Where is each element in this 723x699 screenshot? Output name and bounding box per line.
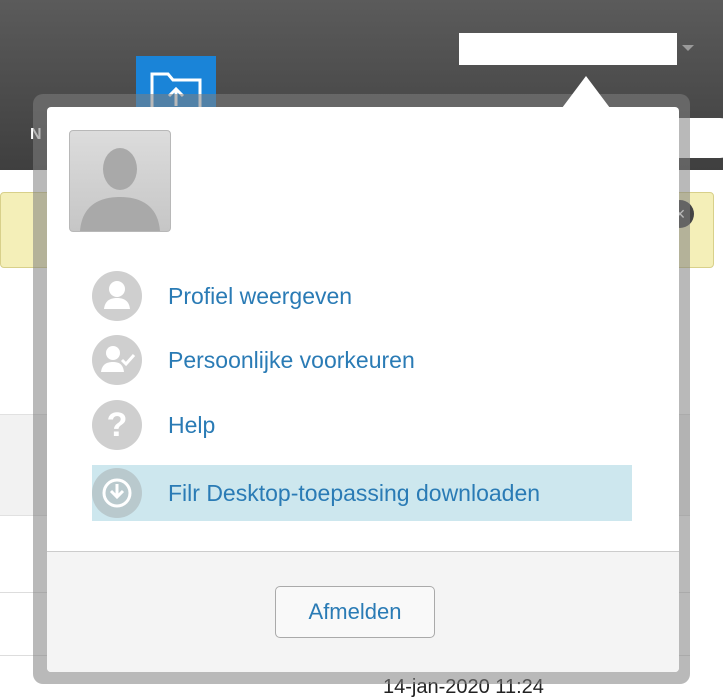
avatar[interactable] xyxy=(69,130,171,232)
download-icon xyxy=(92,468,142,518)
person-icon xyxy=(92,271,142,321)
logout-button[interactable]: Afmelden xyxy=(275,586,435,638)
user-silhouette-icon xyxy=(80,148,160,231)
user-name-button[interactable] xyxy=(459,33,677,65)
question-mark-icon: ? xyxy=(92,400,142,450)
chevron-down-icon[interactable] xyxy=(682,45,694,51)
menu-item-view-profile[interactable]: Profiel weergeven xyxy=(92,268,632,324)
menu-item-label: Help xyxy=(168,411,216,438)
user-menu-popover: Profiel weergeven Persoonlijke voorkeure… xyxy=(47,107,679,672)
popover-pointer xyxy=(562,76,610,108)
person-check-icon xyxy=(92,335,142,385)
menu-item-help[interactable]: ? Help xyxy=(92,397,632,453)
menu-item-download-desktop-app[interactable]: Filr Desktop-toepassing downloaden xyxy=(92,465,632,521)
menu-item-label: Persoonlijke voorkeuren xyxy=(168,346,415,373)
menu-item-personal-preferences[interactable]: Persoonlijke voorkeuren xyxy=(92,332,632,388)
menu-item-label: Profiel weergeven xyxy=(168,282,353,309)
svg-text:?: ? xyxy=(107,406,128,444)
user-menu-footer: Afmelden xyxy=(47,551,679,672)
menu-item-label: Filr Desktop-toepassing downloaden xyxy=(168,479,541,506)
